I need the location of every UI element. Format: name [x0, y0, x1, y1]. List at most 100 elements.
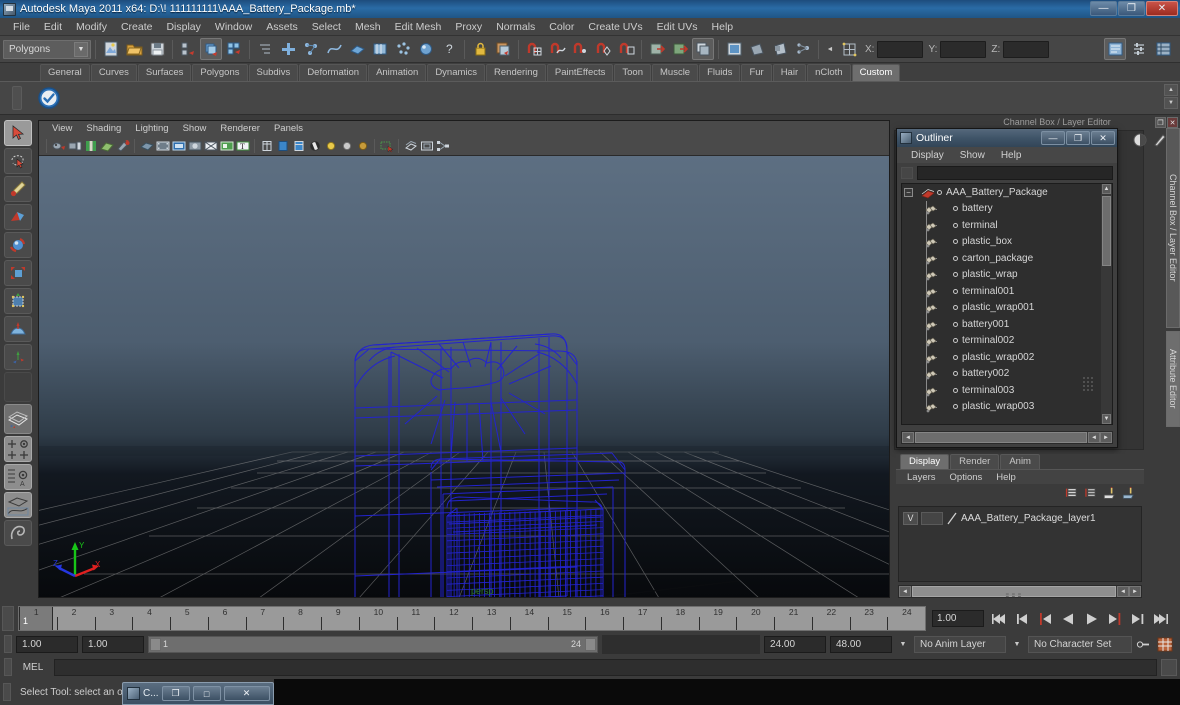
wireframe-icon[interactable] — [259, 138, 274, 153]
script-editor-icon[interactable] — [1161, 658, 1177, 676]
scroll-left-icon[interactable]: ◄ — [899, 586, 911, 597]
outliner-item-terminal002[interactable]: terminal002 — [902, 332, 1112, 349]
outliner-item-plastic_wrap[interactable]: plastic_wrap — [902, 266, 1112, 283]
snap-to-point-button[interactable] — [569, 38, 591, 60]
hotbox-layout-button[interactable] — [4, 520, 32, 546]
lasso-select-tool[interactable] — [4, 148, 32, 174]
viewport-menu-panels[interactable]: Panels — [267, 123, 310, 134]
animation-end-time-field[interactable]: 48.00 — [830, 635, 892, 653]
layer-editor-tab-render[interactable]: Render — [950, 454, 1000, 469]
outliner-minimize-button[interactable]: — — [1041, 131, 1065, 145]
snap-to-curve-button[interactable] — [546, 38, 568, 60]
shelf-tab-muscle[interactable]: Muscle — [652, 64, 699, 81]
show-attribute-editor-button[interactable] — [1104, 38, 1126, 60]
construction-history-on-button[interactable] — [646, 38, 668, 60]
select-by-component-type-button[interactable] — [223, 38, 245, 60]
render-sequence-button[interactable] — [692, 38, 714, 60]
command-language-label[interactable]: MEL — [16, 662, 50, 673]
go-to-end-icon[interactable] — [1151, 609, 1170, 628]
curves-mask-button[interactable] — [323, 38, 345, 60]
surfaces-mask-button[interactable] — [346, 38, 368, 60]
highlight-selection-button[interactable] — [492, 38, 514, 60]
shelf-tab-dynamics[interactable]: Dynamics — [427, 64, 486, 81]
book-icon[interactable] — [83, 138, 98, 153]
lock-selection-button[interactable] — [469, 38, 491, 60]
resolution-gate-icon[interactable] — [171, 138, 186, 153]
use-all-lights-icon[interactable] — [339, 138, 354, 153]
shelf-tab-rendering[interactable]: Rendering — [486, 64, 546, 81]
smooth-shade-all-icon[interactable] — [275, 138, 290, 153]
outliner-tree[interactable]: ▲ ▼ − AAA_Battery_Package battery termin… — [901, 183, 1113, 425]
shelf-tab-subdivs[interactable]: Subdivs — [248, 64, 299, 81]
scale-tool[interactable] — [4, 260, 32, 286]
snap-to-grid-button[interactable] — [523, 38, 545, 60]
select-by-hierarchy-button[interactable] — [177, 38, 199, 60]
misc-mask-button[interactable]: ? — [438, 38, 460, 60]
use-default-light-icon[interactable] — [323, 138, 338, 153]
outliner-item-terminal[interactable]: terminal — [902, 217, 1112, 234]
menu-item-edit-mesh[interactable]: Edit Mesh — [388, 20, 449, 34]
new-scene-button[interactable] — [100, 38, 122, 60]
menu-item-assets[interactable]: Assets — [259, 20, 305, 34]
shelf-scroll-up-icon[interactable]: ▲ — [1164, 84, 1178, 96]
points-mask-button[interactable] — [300, 38, 322, 60]
shelf-tab-fluids[interactable]: Fluids — [699, 64, 741, 81]
outliner-root-row[interactable]: − AAA_Battery_Package — [902, 184, 1112, 201]
channel-box-restore-button[interactable]: ❐ — [1155, 117, 1166, 128]
outliner-item-plastic_box[interactable]: plastic_box — [902, 233, 1112, 250]
playback-options-chevron-icon[interactable]: ▼ — [896, 637, 910, 652]
viewport-menu-lighting[interactable]: Lighting — [128, 123, 175, 134]
dynamics-mask-button[interactable] — [392, 38, 414, 60]
menu-item-file[interactable]: File — [6, 20, 37, 34]
anim-layer-chevron-icon[interactable]: ▼ — [1010, 637, 1024, 652]
play-forwards-icon[interactable] — [1082, 609, 1101, 628]
component-mask-list-icon[interactable] — [254, 38, 276, 60]
paint-select-tool[interactable] — [4, 176, 32, 202]
select-tool[interactable] — [4, 120, 32, 146]
minimize-button[interactable]: — — [1090, 1, 1117, 16]
shelf-tab-surfaces[interactable]: Surfaces — [137, 64, 192, 81]
handle-mask-button[interactable] — [277, 38, 299, 60]
menu-item-create-uvs[interactable]: Create UVs — [581, 20, 649, 34]
shelf-tab-polygons[interactable]: Polygons — [192, 64, 248, 81]
background-window-close-button[interactable]: ✕ — [223, 686, 270, 701]
time-slider-grip[interactable] — [2, 606, 14, 631]
outliner-menu-show[interactable]: Show — [952, 150, 993, 161]
step-forward-keyframe-icon[interactable] — [1128, 609, 1147, 628]
chevron-down-icon[interactable]: ▼ — [74, 41, 88, 57]
open-render-view-button[interactable] — [723, 38, 745, 60]
shelf-tab-fur[interactable]: Fur — [741, 64, 772, 81]
playback-start-time-field[interactable]: 1.00 — [82, 635, 144, 653]
outliner-item-plastic_wrap003[interactable]: plastic_wrap003 — [902, 398, 1112, 416]
layer-list[interactable]: V AAA_Battery_Package_layer1 — [898, 506, 1142, 582]
numeric-input-mode-icon[interactable] — [838, 38, 860, 60]
shelf-scroll-down-icon[interactable]: ▼ — [1164, 97, 1178, 109]
resize-grip-icon[interactable] — [1082, 376, 1096, 394]
menu-item-window[interactable]: Window — [208, 20, 259, 34]
shadows-icon[interactable] — [355, 138, 370, 153]
film-gate-icon[interactable] — [155, 138, 170, 153]
shelf-tab-hair[interactable]: Hair — [772, 64, 807, 81]
deformations-mask-button[interactable] — [369, 38, 391, 60]
range-start-handle[interactable] — [150, 637, 161, 651]
show-manipulator-tool[interactable] — [4, 344, 32, 370]
render-settings-button[interactable] — [792, 38, 814, 60]
background-window-maximize-button[interactable]: □ — [192, 686, 221, 701]
show-tool-settings-button[interactable] — [1128, 38, 1150, 60]
menu-item-help[interactable]: Help — [705, 20, 741, 34]
select-camera-icon[interactable] — [51, 138, 66, 153]
selection-mode-dropdown[interactable]: Polygons ▼ — [3, 39, 91, 59]
show-channel-box-button[interactable] — [1152, 38, 1174, 60]
shelf-tab-animation[interactable]: Animation — [368, 64, 427, 81]
single-perspective-icon[interactable] — [403, 138, 418, 153]
viewport-menu-renderer[interactable]: Renderer — [213, 123, 267, 134]
construction-history-off-button[interactable] — [669, 38, 691, 60]
snap-to-view-plane-button[interactable] — [615, 38, 637, 60]
shelf-tab-custom[interactable]: Custom — [851, 64, 901, 81]
shelf-tab-painteffects[interactable]: PaintEffects — [546, 64, 614, 81]
viewport-menu-view[interactable]: View — [45, 123, 79, 134]
shelf-scroll-controls[interactable]: ▲ ▼ — [1164, 84, 1178, 109]
close-button[interactable]: ✕ — [1146, 1, 1178, 16]
layer-menu-options[interactable]: Options — [943, 472, 990, 483]
xray-icon[interactable] — [203, 138, 218, 153]
